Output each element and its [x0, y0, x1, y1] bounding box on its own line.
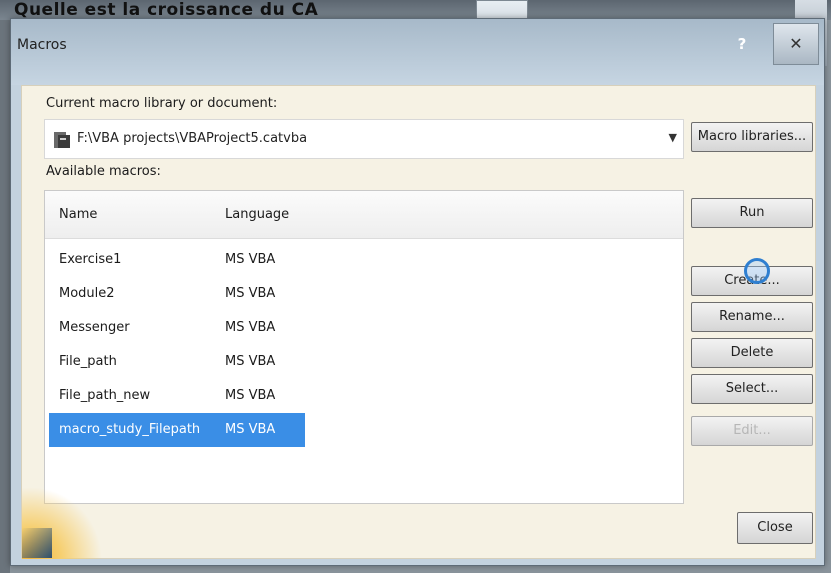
dialog-close-button[interactable]: ✕ [773, 23, 819, 65]
macros-dialog: Macros ? ✕ Current macro library or docu… [10, 18, 825, 566]
dialog-content: Current macro library or document: F:\VB… [21, 85, 816, 559]
background-app-titlebar: Quelle est la croissance du CA [0, 0, 831, 20]
macro-language: MS VBA [225, 354, 276, 369]
list-item[interactable]: Module2 MS VBA [49, 277, 305, 311]
list-header: Name Language [45, 191, 683, 239]
list-item[interactable]: File_path_new MS VBA [49, 379, 305, 413]
macro-libraries-button[interactable]: Macro libraries... [691, 122, 813, 152]
cursor-magnifier-icon [744, 258, 770, 284]
rename-button[interactable]: Rename... [691, 302, 813, 332]
chevron-down-icon[interactable]: ▼ [669, 131, 677, 144]
list-item-selected[interactable]: macro_study_Filepath MS VBA [49, 413, 305, 447]
disabled-button[interactable]: Edit... [691, 416, 813, 446]
macro-name: Messenger [59, 320, 130, 335]
run-button[interactable]: Run [691, 198, 813, 228]
list-item[interactable]: Messenger MS VBA [49, 311, 305, 345]
close-button[interactable]: Close [737, 512, 813, 544]
macro-language: MS VBA [225, 388, 276, 403]
column-header-language[interactable]: Language [225, 207, 289, 222]
available-macros-label: Available macros: [46, 164, 161, 179]
decorative-corner [22, 528, 52, 558]
library-dropdown[interactable]: F:\VBA projects\VBAProject5.catvba ▼ [44, 119, 684, 159]
dialog-title: Macros [17, 37, 67, 53]
background-left-edge [0, 20, 10, 573]
macro-language: MS VBA [225, 286, 276, 301]
macro-language: MS VBA [225, 320, 276, 335]
macro-name: File_path_new [59, 388, 151, 403]
macro-name: Module2 [59, 286, 115, 301]
macro-language: MS VBA [225, 252, 276, 267]
delete-button[interactable]: Delete [691, 338, 813, 368]
dialog-titlebar[interactable]: Macros ? ✕ [11, 19, 824, 85]
column-header-name[interactable]: Name [59, 207, 97, 222]
select-button[interactable]: Select... [691, 374, 813, 404]
list-item[interactable]: Exercise1 MS VBA [49, 243, 305, 277]
library-path: F:\VBA projects\VBAProject5.catvba [77, 131, 308, 146]
macro-language: MS VBA [225, 422, 276, 437]
current-library-label: Current macro library or document: [46, 96, 278, 111]
help-button[interactable]: ? [729, 31, 755, 57]
background-window-title: Quelle est la croissance du CA [14, 0, 319, 20]
list-item[interactable]: File_path MS VBA [49, 345, 305, 379]
macro-list[interactable]: Name Language Exercise1 MS VBA Module2 M… [44, 190, 684, 504]
macro-name: macro_study_Filepath [59, 422, 201, 437]
catvba-file-icon [54, 132, 70, 148]
macro-name: Exercise1 [59, 252, 122, 267]
macro-name: File_path [59, 354, 117, 369]
